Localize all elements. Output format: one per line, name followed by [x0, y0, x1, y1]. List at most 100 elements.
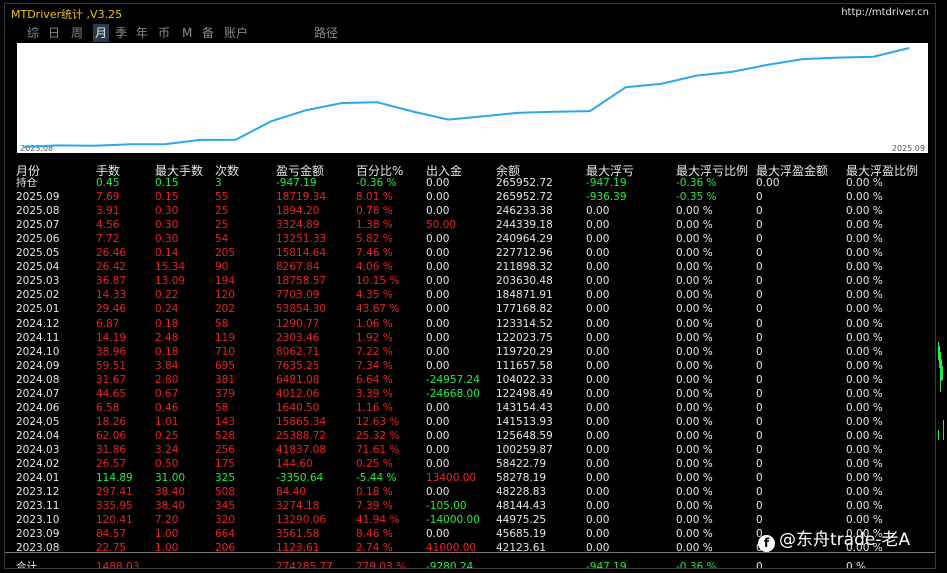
tab-3[interactable]: 月 [93, 24, 110, 42]
table-cell: 0.00 [586, 486, 610, 498]
table-cell: 0.00 [756, 177, 780, 189]
table-row: 2025.07 4.56 0.30 25 3324.89 1.38 % 50.00 24433… [5, 218, 935, 232]
table-cell: 710 [215, 346, 236, 358]
table-cell: 279.03 % [356, 561, 407, 569]
table-row: 2025.09 7.69 0.15 55 18719.34 8.01 % 0.00 26595… [5, 190, 935, 204]
table-cell: -14000.00 [426, 514, 480, 526]
table-cell: 7.20 [155, 514, 179, 526]
tab-5[interactable]: 年 [136, 24, 148, 42]
table-cell: 15814.64 [276, 247, 327, 259]
table-cell: 0.00 % [676, 388, 713, 400]
table-cell: 0.00 [586, 318, 610, 330]
table-cell: 3.24 [155, 444, 179, 456]
table-cell: 0.00 [426, 360, 450, 372]
tab-7[interactable]: M [182, 24, 192, 42]
table-cell: 15865.34 [276, 416, 327, 428]
table-cell: 0.00 [426, 346, 450, 358]
table-cell: 31.67 [96, 374, 127, 386]
row-label: 2023.09 [16, 528, 60, 540]
chart-background [17, 43, 928, 153]
table-cell: 184871.91 [496, 289, 553, 301]
table-cell: 71.61 % [356, 444, 400, 456]
table-cell: 0.00 % [676, 205, 713, 217]
table-cell: 246233.38 [496, 205, 553, 217]
table-cell: 0.00 % [846, 360, 883, 372]
table-cell: 0.00 % [676, 514, 713, 526]
table-cell: 141513.93 [496, 416, 553, 428]
tab-8[interactable]: 备 [202, 24, 214, 42]
table-cell: 50.00 [426, 219, 457, 231]
table-cell: 0.00 [586, 303, 610, 315]
tab-4[interactable]: 季 [115, 24, 127, 42]
tab-1[interactable]: 日 [48, 24, 60, 42]
table-cell: 44975.25 [496, 514, 547, 526]
website-link[interactable]: http://mtdriver.cn [841, 7, 929, 18]
table-cell: 0.22 [155, 289, 179, 301]
table-cell: 0.00 % [846, 247, 883, 259]
table-row: 2024.09 59.51 3.84 695 7635.25 7.34 % 0.00 1116… [5, 359, 935, 373]
table-cell: 114.89 [96, 472, 133, 484]
table-cell: 7.69 [96, 191, 120, 203]
row-label: 2024.06 [16, 402, 60, 414]
table-cell: 0.00 % [676, 374, 713, 386]
table-cell: 41837.08 [276, 444, 327, 456]
table-row: 2023.12 297.41 38.40 508 84.40 0.18 % 0.00 4822… [5, 485, 935, 499]
window-title: MTDriver统计 ,V3.25 [11, 8, 123, 21]
row-label: 2024.10 [16, 346, 60, 358]
table-cell: 0.00 [586, 275, 610, 287]
tab-6[interactable]: 币 [158, 24, 170, 42]
table-cell: 104022.33 [496, 374, 553, 386]
table-cell: 4.35 % [356, 289, 393, 301]
table-cell: 0.00 [586, 416, 610, 428]
table-cell: 7635.25 [276, 360, 320, 372]
tab-2[interactable]: 周 [71, 24, 83, 42]
table-cell: 0.00 [586, 374, 610, 386]
table-cell: 41.94 % [356, 514, 400, 526]
tab-10[interactable]: 路径 [314, 24, 338, 42]
table-cell: 10.15 % [356, 275, 400, 287]
table-cell: 0 [756, 500, 763, 512]
table-cell: 125648.59 [496, 430, 553, 442]
tab-0[interactable]: 综 [27, 24, 39, 42]
table-cell: 122023.75 [496, 332, 553, 344]
table-cell: 1290.77 [276, 318, 320, 330]
table-cell: 0.00 % [676, 486, 713, 498]
tab-9[interactable]: 账户 [224, 24, 248, 42]
table-cell: 0.24 [155, 303, 179, 315]
row-label: 2025.03 [16, 275, 60, 287]
table-cell: 211898.32 [496, 261, 553, 273]
row-label: 2025.06 [16, 233, 60, 245]
table-cell: 0.00 [586, 388, 610, 400]
table-cell: 100259.87 [496, 444, 553, 456]
table-cell: 44.65 [96, 388, 127, 400]
table-cell: 31.00 [155, 472, 186, 484]
table-cell: 0.00 [586, 332, 610, 344]
table-cell: 381 [215, 374, 236, 386]
table-row: 2024.08 31.67 2.80 381 6481.08 6.64 % -24957.2… [5, 373, 935, 387]
table-cell: 53854.30 [276, 303, 327, 315]
total-separator [5, 552, 935, 553]
table-cell: 0.30 [155, 205, 179, 217]
table-cell: 0.14 [155, 247, 179, 259]
table-cell: 0.00 % [846, 500, 883, 512]
table-cell: 26.42 [96, 261, 127, 273]
table-row: 2024.03 31.86 3.24 256 41837.08 71.61 % 0.00 10… [5, 443, 935, 457]
table-row: 持仓 0.45 0.15 3 -947.19 -0.36 % 0.00 265952.72 -9… [5, 176, 935, 190]
table-cell: 143154.43 [496, 402, 553, 414]
table-cell: 0.18 [155, 346, 179, 358]
table-row: 2024.01 114.89 31.00 325 -3350.64 -5.44 % 1340… [5, 471, 935, 485]
table-cell: 0.00 % [676, 332, 713, 344]
table-cell: -105.00 [426, 500, 467, 512]
table-cell: 0.00 [586, 233, 610, 245]
table-cell: 119 [215, 332, 236, 344]
table-cell: 0.00 % [676, 219, 713, 231]
table-cell: 0.30 [155, 233, 179, 245]
table-cell: 0.00 % [846, 458, 883, 470]
table-cell: 0.00 [586, 402, 610, 414]
table-cell: 202 [215, 303, 236, 315]
table-cell: 0.00 % [676, 233, 713, 245]
table-cell: 0.00 % [846, 332, 883, 344]
background-chart-edge [936, 0, 947, 573]
table-cell: 0 [756, 430, 763, 442]
table-cell: 14.33 [96, 289, 127, 301]
